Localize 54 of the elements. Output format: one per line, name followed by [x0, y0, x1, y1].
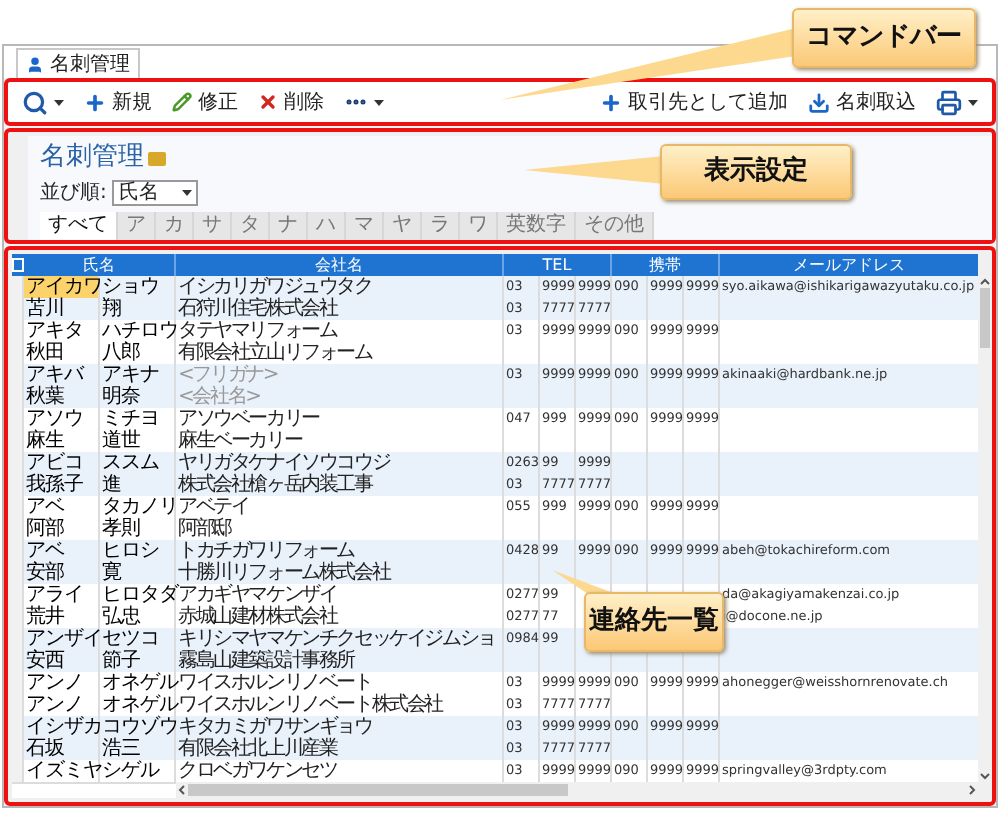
- plus-icon: [84, 91, 106, 113]
- printer-icon: [936, 89, 962, 115]
- sort-select[interactable]: 氏名: [112, 180, 199, 206]
- callout-label: 表示設定: [660, 144, 852, 200]
- row-header[interactable]: [12, 760, 24, 784]
- tag-icon: [148, 151, 166, 165]
- index-tab[interactable]: タ: [232, 212, 270, 240]
- callout-label: 連絡先一覧: [584, 592, 724, 652]
- vertical-scrollbar[interactable]: [978, 276, 992, 782]
- toolbar-button[interactable]: 削除: [248, 84, 334, 120]
- caret-icon: [374, 99, 384, 105]
- horizontal-scrollbar[interactable]: [176, 782, 978, 798]
- index-tab[interactable]: サ: [194, 212, 232, 240]
- page-title: 名刺管理: [40, 142, 144, 174]
- index-tab[interactable]: ヤ: [384, 212, 422, 240]
- callout-pointer: [524, 156, 664, 184]
- index-tab[interactable]: ワ: [460, 212, 498, 240]
- table-cell: シゲル: [100, 760, 176, 784]
- toolbar-button[interactable]: 新規: [74, 84, 162, 120]
- index-tab[interactable]: ナ: [270, 212, 308, 240]
- close-icon: [258, 92, 278, 112]
- toolbar-button[interactable]: 取引先として追加: [590, 84, 798, 120]
- column-header[interactable]: メールアドレス: [720, 254, 978, 276]
- scrollbar-thumb[interactable]: [188, 784, 568, 796]
- index-tab[interactable]: ハ: [308, 212, 346, 240]
- index-tab[interactable]: ラ: [422, 212, 460, 240]
- grid-icon: [12, 254, 24, 276]
- index-tab[interactable]: ア: [118, 212, 156, 240]
- caret-icon: [182, 190, 193, 196]
- index-tab[interactable]: カ: [156, 212, 194, 240]
- caret-icon: [968, 99, 978, 105]
- person-icon: [26, 55, 44, 73]
- row-header[interactable]: [12, 276, 24, 300]
- index-tab[interactable]: マ: [346, 212, 384, 240]
- sort-label: 並び順:: [40, 180, 107, 208]
- chevron-down-icon[interactable]: [978, 770, 992, 782]
- caret-icon: [54, 99, 64, 105]
- chevron-left-icon[interactable]: [176, 782, 188, 798]
- index-tab[interactable]: 英数字: [498, 212, 576, 240]
- plus-icon: [600, 91, 622, 113]
- index-tab[interactable]: その他: [576, 212, 654, 240]
- callout-label: コマンドバー: [792, 8, 976, 68]
- tab[interactable]: 名刺管理: [16, 48, 140, 78]
- download-icon: [808, 91, 830, 113]
- pencil-icon: [172, 92, 192, 112]
- chevron-up-icon[interactable]: [978, 276, 992, 288]
- table-cell: アイカワ: [24, 276, 100, 300]
- scrollbar-thumb[interactable]: [980, 288, 990, 348]
- toolbar-button[interactable]: 修正: [162, 84, 248, 120]
- toolbar-button[interactable]: 名刺取込: [798, 84, 926, 120]
- table-cell: イズミヤ: [24, 760, 100, 784]
- search-icon: [22, 89, 48, 115]
- chevron-right-icon[interactable]: [966, 782, 978, 798]
- index-tab[interactable]: すべて: [40, 212, 118, 240]
